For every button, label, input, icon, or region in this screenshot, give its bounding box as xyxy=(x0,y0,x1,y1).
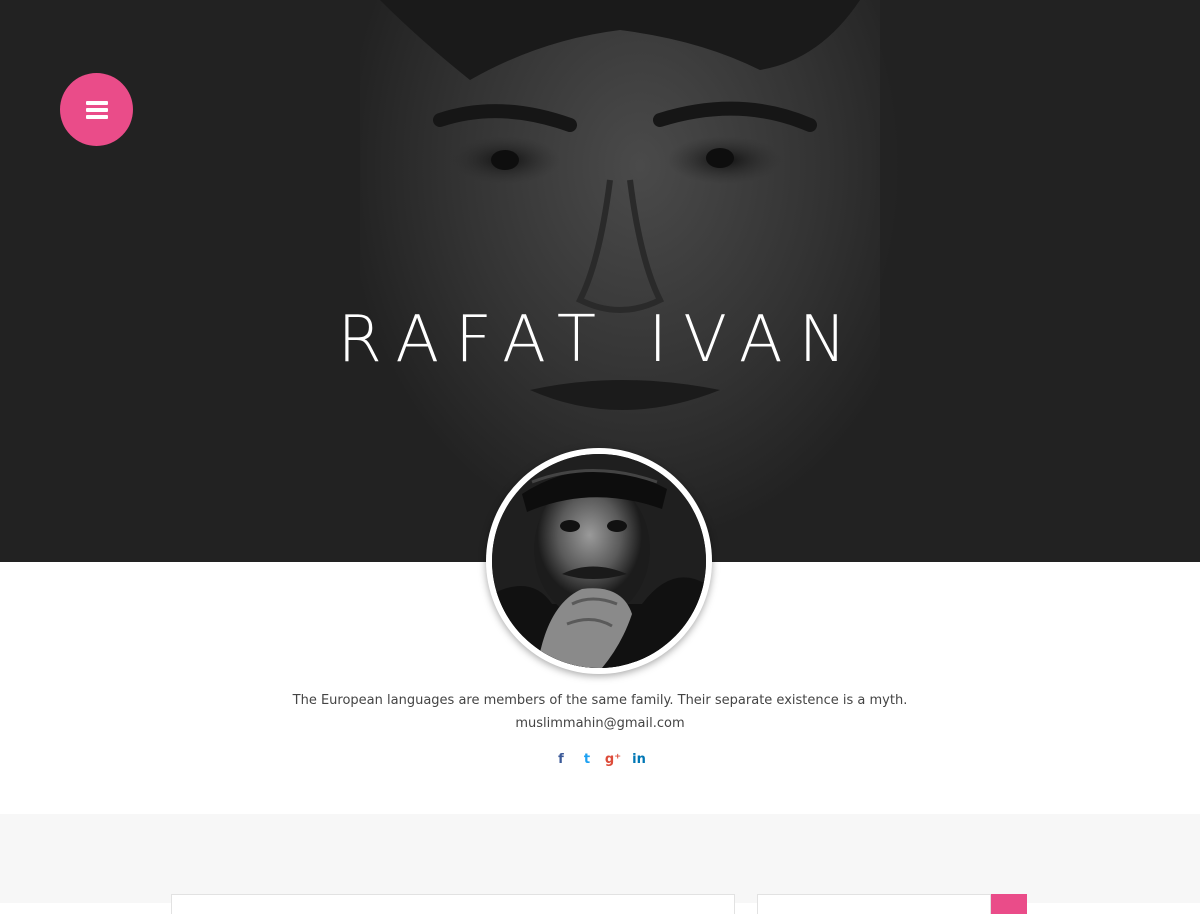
twitter-icon[interactable]: t xyxy=(580,749,594,769)
profile-email: muslimmahin@gmail.com xyxy=(515,716,685,731)
profile-avatar xyxy=(486,448,712,674)
content-section xyxy=(0,814,1200,903)
profile-photo xyxy=(492,454,706,668)
subscribe-button[interactable] xyxy=(991,894,1027,914)
social-links: f t g⁺ in xyxy=(0,749,1200,769)
linkedin-icon[interactable]: in xyxy=(632,749,646,769)
search-input[interactable] xyxy=(171,894,735,914)
google-plus-icon[interactable]: g⁺ xyxy=(605,749,621,769)
subscribe-input[interactable] xyxy=(757,894,991,914)
hamburger-icon xyxy=(85,100,108,119)
hero-title: RAFAT IVAN xyxy=(337,303,863,377)
menu-toggle-button[interactable] xyxy=(60,73,133,146)
profile-bio: The European languages are members of th… xyxy=(292,693,908,708)
facebook-icon[interactable]: f xyxy=(554,749,568,769)
